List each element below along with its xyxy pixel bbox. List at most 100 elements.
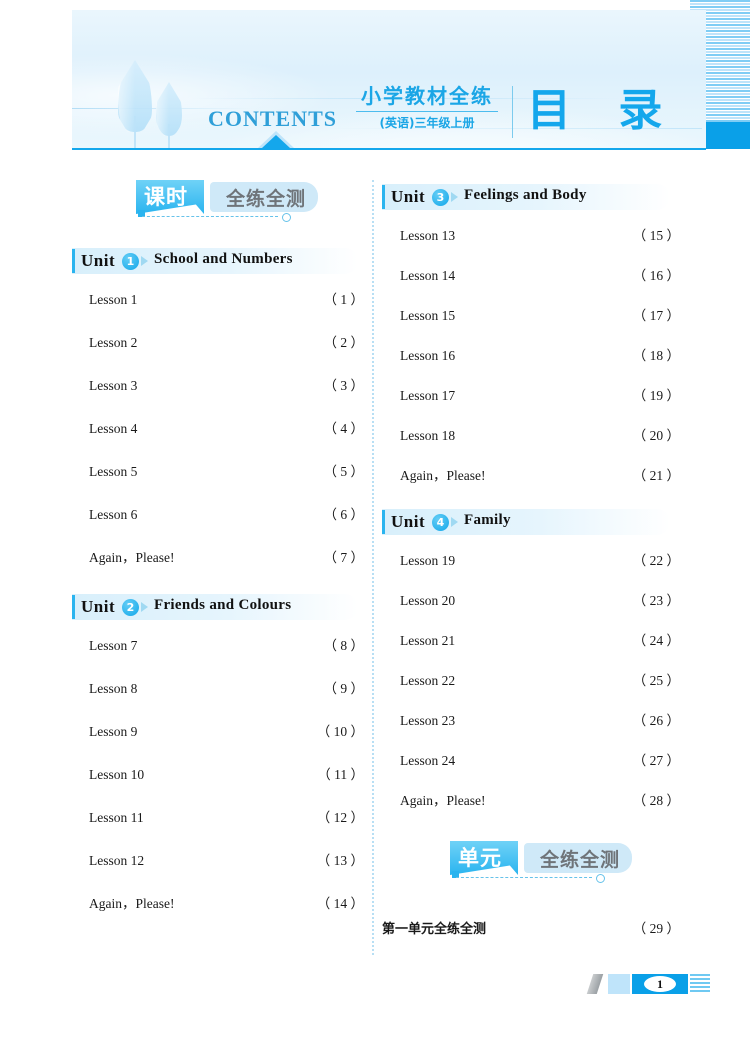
toc-entry[interactable]: Lesson 8 （ 9 ） (89, 677, 364, 699)
header-triangle-marker (262, 135, 290, 148)
toc-entry[interactable]: Lesson 6 （ 6 ） (89, 503, 364, 525)
dot-leader (144, 423, 319, 433)
book-subtitle: (英语)三年级上册 (379, 116, 475, 130)
dot-leader (144, 466, 319, 476)
footer-square-decoration (608, 974, 630, 994)
dot-leader (462, 270, 628, 280)
unit-word: Unit (81, 597, 116, 616)
column-divider (372, 180, 374, 955)
unit-header[interactable]: Unit 3 Feelings and Body (382, 184, 670, 210)
toc-entry[interactable]: Lesson 11 （ 12 ） (89, 806, 364, 828)
footer-page-number: 1 (644, 976, 676, 992)
toc-entry-page: （ 14 ） (316, 896, 364, 911)
contents-label: CONTENTS (208, 106, 338, 131)
dot-leader (144, 380, 319, 390)
unit-word: Unit (81, 251, 116, 270)
dot-leader (144, 337, 319, 347)
toc-entry-page: （ 7 ） (323, 550, 365, 565)
section-badge-cn-text: 课时 (144, 185, 188, 209)
page-header-banner: CONTENTS 小学教材全练 (英语)三年级上册 目 录 (72, 10, 706, 148)
toc-entry[interactable]: 第一单元全练全测 （ 29 ） (382, 917, 680, 939)
dot-leader (151, 769, 313, 779)
toc-entry-name: Again，Please! (89, 896, 175, 911)
toc-entry[interactable]: Lesson 4 （ 4 ） (89, 417, 364, 439)
toc-entry[interactable]: Lesson 22 （ 25 ） (400, 669, 680, 691)
toc-entry-name: Lesson 13 (400, 228, 456, 243)
toc-entry[interactable]: Again，Please! （ 14 ） (89, 892, 364, 914)
toc-entry-name: Lesson 19 (400, 553, 456, 568)
chevron-right-icon (451, 192, 458, 202)
toc-entry[interactable]: Lesson 20 （ 23 ） (400, 589, 680, 611)
dot-leader (462, 310, 628, 320)
unit-accent-bar (382, 185, 385, 209)
unit-accent-bar (382, 510, 385, 534)
toc-entry[interactable]: Lesson 19 （ 22 ） (400, 549, 680, 571)
chevron-right-icon (141, 602, 148, 612)
dot-leader (181, 552, 319, 562)
header-bottom-rule (72, 148, 706, 150)
right-column: Unit 3 Feelings and Body Lesson 13 （ 15 … (382, 170, 688, 939)
dot-leader (144, 294, 319, 304)
toc-entry[interactable]: Lesson 1 （ 1 ） (89, 288, 364, 310)
toc-entry-name: Lesson 3 (89, 378, 138, 393)
toc-entry[interactable]: Lesson 10 （ 11 ） (89, 763, 364, 785)
toc-entry[interactable]: Lesson 3 （ 3 ） (89, 374, 364, 396)
book-title: 小学教材全练 (361, 84, 493, 108)
toc-entry-page: （ 29 ） (632, 921, 680, 936)
toc-entry-page: （ 1 ） (323, 292, 365, 307)
section-badge-cn-text: 单元 (458, 846, 502, 870)
toc-entry-name: Lesson 16 (400, 348, 456, 363)
section-badge-danyuan: 单元 全练全测 (450, 841, 650, 883)
toc-entry[interactable]: Again，Please! （ 7 ） (89, 546, 364, 568)
toc-entry-name: Lesson 12 (89, 853, 145, 868)
toc-entry-name: Lesson 22 (400, 673, 456, 688)
toc-entry[interactable]: Lesson 7 （ 8 ） (89, 634, 364, 656)
unit-number-badge: 2 (122, 599, 139, 616)
toc-entry-name: Lesson 6 (89, 507, 138, 522)
toc-entry[interactable]: Lesson 18 （ 20 ） (400, 424, 680, 446)
unit-number-badge: 1 (122, 253, 139, 270)
toc-entry-name: Lesson 17 (400, 388, 456, 403)
toc-entry-name: Lesson 9 (89, 724, 138, 739)
section-badge-tail-line (456, 877, 592, 879)
dot-leader (144, 509, 319, 519)
toc-entry[interactable]: Lesson 9 （ 10 ） (89, 720, 364, 742)
toc-entry[interactable]: Lesson 5 （ 5 ） (89, 460, 364, 482)
section-badge-tail-dot (282, 213, 291, 222)
toc-entry-name: Lesson 20 (400, 593, 456, 608)
toc-entry[interactable]: Again，Please! （ 28 ） (400, 789, 680, 811)
toc-entry-page: （ 6 ） (323, 507, 365, 522)
toc-entry-name: Lesson 24 (400, 753, 456, 768)
dot-leader (144, 726, 312, 736)
unit-title: School and Numbers (154, 251, 293, 267)
toc-entry-page: （ 17 ） (632, 308, 680, 323)
toc-entry-name: Lesson 10 (89, 767, 145, 782)
toc-entry-name: Again，Please! (89, 550, 175, 565)
toc-entry-page: （ 25 ） (632, 673, 680, 688)
toc-entry[interactable]: Lesson 15 （ 17 ） (400, 304, 680, 326)
toc-entry-name: Lesson 2 (89, 335, 138, 350)
toc-entry[interactable]: Lesson 12 （ 13 ） (89, 849, 364, 871)
toc-entry-page: （ 4 ） (323, 421, 365, 436)
toc-entry[interactable]: Lesson 17 （ 19 ） (400, 384, 680, 406)
toc-entry[interactable]: Lesson 16 （ 18 ） (400, 344, 680, 366)
toc-entry[interactable]: Lesson 21 （ 24 ） (400, 629, 680, 651)
toc-entry[interactable]: Lesson 23 （ 26 ） (400, 709, 680, 731)
toc-entry[interactable]: Lesson 14 （ 16 ） (400, 264, 680, 286)
toc-entry-page: （ 15 ） (632, 228, 680, 243)
toc-entry[interactable]: Again，Please! （ 21 ） (400, 464, 680, 486)
toc-entry[interactable]: Lesson 2 （ 2 ） (89, 331, 364, 353)
unit-header[interactable]: Unit 4 Family (382, 509, 670, 535)
unit-header[interactable]: Unit 1 School and Numbers (72, 248, 358, 274)
unit-header[interactable]: Unit 2 Friends and Colours (72, 594, 358, 620)
dot-leader (151, 855, 312, 865)
dot-leader (462, 635, 628, 645)
toc-entry-page: （ 11 ） (317, 767, 364, 782)
toc-entry[interactable]: Lesson 13 （ 15 ） (400, 224, 680, 246)
toc-entry[interactable]: Lesson 24 （ 27 ） (400, 749, 680, 771)
toc-entry-name: Lesson 23 (400, 713, 456, 728)
section-badge-tail-line (142, 216, 278, 218)
unit-accent-bar (72, 595, 75, 619)
tree-decoration-icon (118, 60, 152, 148)
section-badge-keshi: 课时 全练全测 (136, 180, 336, 222)
